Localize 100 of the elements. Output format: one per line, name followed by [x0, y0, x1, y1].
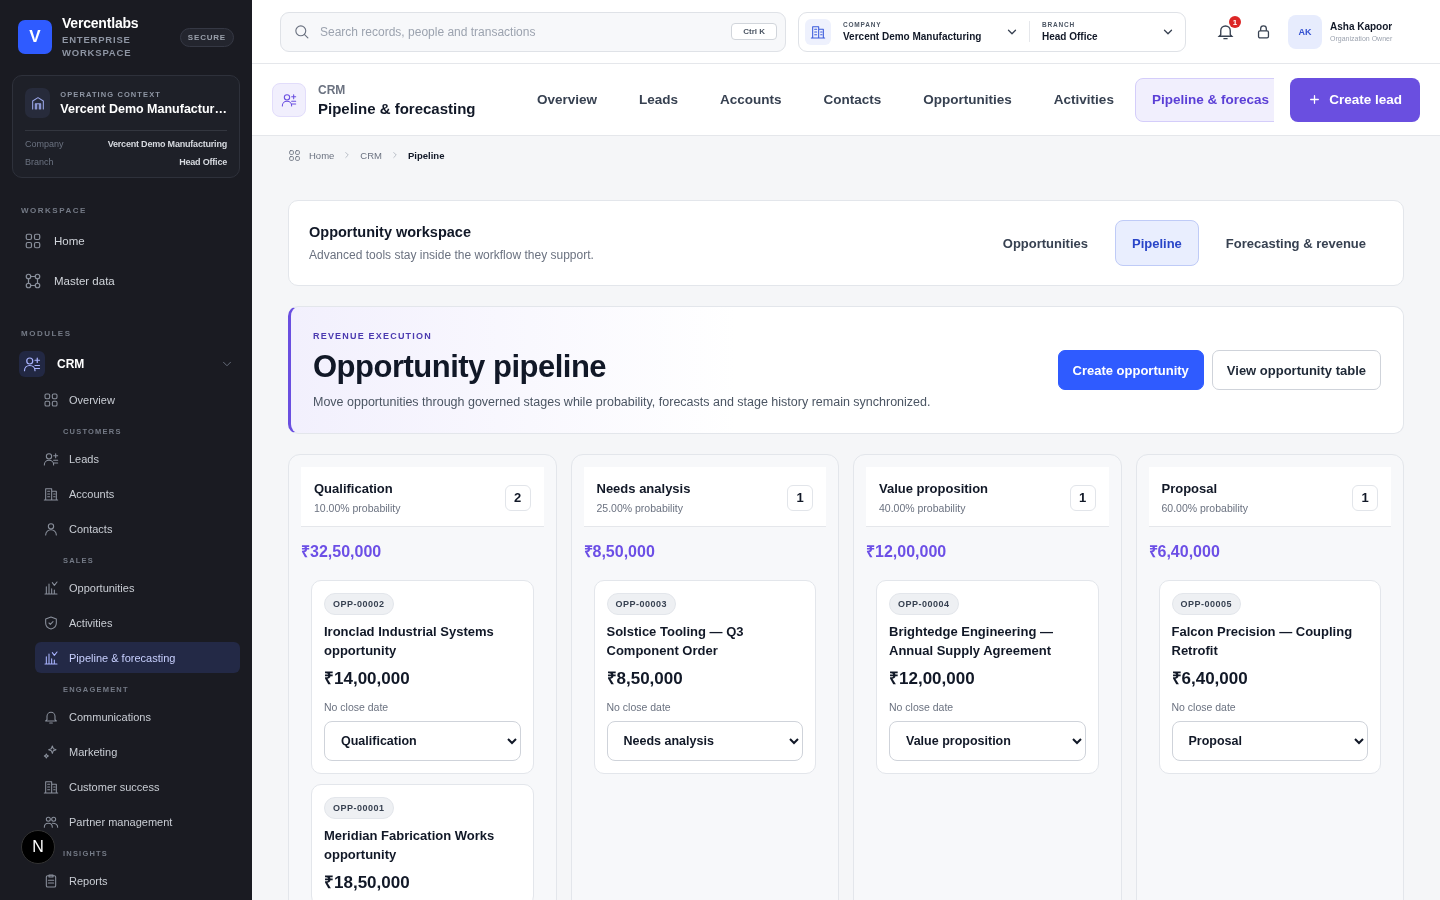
sparkle-icon: [43, 743, 59, 760]
stage-count: 2: [504, 484, 531, 511]
building-icon: [810, 23, 826, 40]
lock-icon[interactable]: [1255, 23, 1272, 40]
stage-probability: 60.00% probability: [1161, 502, 1249, 514]
nav-tab[interactable]: Accounts: [699, 77, 803, 122]
opportunity-title: Solstice Tooling — Q3 Component Order: [606, 623, 745, 660]
nav-tab[interactable]: Activities: [1032, 77, 1135, 122]
opportunity-title: Brightedge Engineering — Annual Supply Agreement: [889, 623, 1054, 660]
close-date: No close date: [324, 701, 389, 713]
nav-item[interactable]: Leads: [35, 443, 240, 474]
nav-item[interactable]: Home: [0, 221, 252, 261]
brand-logo: V: [18, 20, 52, 54]
chevron-right-icon: [390, 150, 400, 160]
workspace-tab[interactable]: Forecasting & revenue: [1208, 220, 1383, 266]
nav-item[interactable]: Reports: [35, 865, 240, 896]
nav-item[interactable]: Accounts: [35, 478, 240, 509]
person-plus-icon: [23, 355, 41, 373]
hero-eyebrow: REVENUE EXECUTION: [313, 331, 433, 341]
opportunity-amount: ₹12,00,000: [889, 668, 975, 689]
nav-item[interactable]: Contacts: [35, 513, 240, 544]
hero-title: Opportunity pipeline: [313, 349, 608, 385]
person-plus-icon: [281, 91, 297, 108]
breadcrumb-item[interactable]: CRM: [360, 149, 382, 161]
nodes-icon: [24, 272, 42, 290]
create-lead-button[interactable]: Create lead: [1290, 77, 1420, 122]
stage-count: 1: [1069, 484, 1096, 511]
nav-tab[interactable]: Leads: [618, 77, 700, 122]
hero-description: Move opportunities through governed stages while probability, forecasts and stage history remain synchronized.: [313, 395, 932, 409]
stage-total: ₹6,40,000: [1148, 542, 1221, 562]
stage-probability: 25.00% probability: [596, 502, 684, 514]
close-date: No close date: [889, 701, 954, 713]
module-label: CRM: [318, 82, 347, 97]
nav-item[interactable]: Communications: [35, 701, 240, 732]
nav-item[interactable]: Marketing: [35, 736, 240, 767]
stage-count: 1: [787, 484, 813, 511]
search-field[interactable]: Search records, people and transactions Ctrl K: [280, 11, 786, 52]
nav-tab[interactable]: Overview: [516, 77, 619, 122]
nav-item[interactable]: Activities: [35, 607, 240, 638]
stage-probability: 10.00% probability: [314, 502, 402, 514]
notifications-bell-icon[interactable]: [1216, 22, 1235, 41]
opportunity-card[interactable]: OPP-00003 Solstice Tooling — Q3 Component Order ₹8,50,000 No close date Needs analysis: [593, 580, 816, 774]
workspace-tab[interactable]: Opportunities: [985, 220, 1105, 266]
close-date: No close date: [606, 701, 671, 713]
stage-total: ₹32,50,000: [301, 542, 383, 562]
breadcrumb-item[interactable]: Home: [309, 149, 335, 161]
warehouse-icon: [29, 95, 46, 111]
shortcut-hint: Ctrl K: [731, 23, 777, 40]
nav-tab[interactable]: Pipeline & forecas: [1134, 77, 1274, 122]
section-label: MODULES: [20, 329, 73, 338]
stage-probability: 40.00% probability: [879, 502, 967, 514]
building-icon: [43, 485, 59, 502]
opportunity-amount: ₹14,00,000: [324, 668, 410, 689]
grid-icon: [43, 391, 59, 408]
nav-tab[interactable]: Opportunities: [902, 77, 1033, 122]
create-opportunity-button[interactable]: Create opportunity: [1057, 350, 1204, 390]
nav-item[interactable]: Master data: [0, 261, 252, 301]
opportunity-card[interactable]: OPP-00001 Meridian Fabrication Works opportunity ₹18,50,000: [311, 784, 534, 900]
opportunity-card[interactable]: OPP-00005 Falcon Precision — Coupling Retrofit ₹6,40,000 No close date Proposal: [1158, 580, 1381, 774]
workspace-title: Opportunity workspace: [309, 224, 472, 240]
opportunity-title: Meridian Fabrication Works opportunity: [324, 827, 496, 864]
section-label: WORKSPACE: [20, 206, 88, 215]
nav-item[interactable]: Overview: [35, 384, 240, 415]
opportunity-title: Falcon Precision — Coupling Retrofit: [1171, 623, 1354, 660]
opportunity-id: OPP-00003: [606, 593, 677, 615]
context-title: Vercent Demo Manufactur…: [60, 102, 227, 116]
opportunity-card[interactable]: OPP-00002 Ironclad Industrial Systems opportunity ₹14,00,000 No close date Qualification: [311, 580, 534, 774]
secure-badge: SECURE: [179, 27, 234, 47]
nav-tab[interactable]: Contacts: [802, 77, 903, 122]
nav-item[interactable]: Customer success: [35, 771, 240, 802]
stage-select[interactable]: Proposal: [1171, 721, 1368, 761]
nav-item[interactable]: Pipeline & forecasting: [35, 642, 240, 673]
opportunity-id: OPP-00001: [324, 797, 394, 819]
opportunity-card[interactable]: OPP-00004 Brightedge Engineering — Annual Supply Agreement ₹12,00,000 No close date Value proposition: [876, 580, 1099, 774]
stage-select[interactable]: Value proposition: [889, 721, 1086, 761]
opportunity-amount: ₹8,50,000: [606, 668, 683, 689]
workspace-subtitle: Advanced tools stay inside the workflow they support.: [309, 248, 595, 262]
opportunity-amount: ₹6,40,000: [1171, 668, 1248, 689]
view-table-button[interactable]: View opportunity table: [1211, 350, 1381, 390]
page-title: Pipeline & forecasting: [318, 99, 477, 117]
clipboard-icon: [43, 872, 59, 889]
stage-select[interactable]: Qualification: [324, 721, 521, 761]
dev-tools-badge[interactable]: N: [21, 830, 55, 864]
stage-total: ₹8,50,000: [583, 542, 656, 562]
stage-select[interactable]: Needs analysis: [606, 721, 803, 761]
building-icon: [43, 778, 59, 795]
close-date: No close date: [1171, 701, 1236, 713]
stage-name: Proposal: [1161, 481, 1219, 496]
stage-name: Value proposition: [879, 481, 990, 496]
user-name: Asha Kapoor: [1330, 21, 1393, 32]
workspace-tab[interactable]: Pipeline: [1115, 220, 1199, 266]
user-avatar[interactable]: AK: [1288, 14, 1322, 49]
brand-subtitle: ENTERPRISE WORKSPACE: [62, 33, 133, 59]
notification-count: 1: [1229, 16, 1241, 28]
grid-icon: [24, 232, 42, 250]
context-key: Branch: [25, 157, 54, 167]
context-value: Vercent Demo Manufacturing: [107, 139, 227, 149]
nav-item[interactable]: CRM: [0, 344, 252, 384]
nav-item[interactable]: Opportunities: [35, 572, 240, 603]
stage-name: Qualification: [314, 481, 394, 496]
